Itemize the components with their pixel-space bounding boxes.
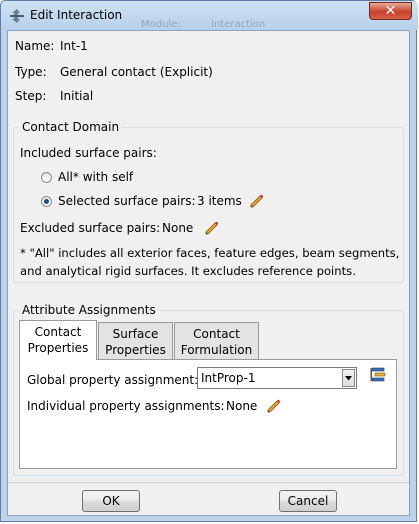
pencil-icon[interactable] — [250, 194, 264, 208]
edit-interaction-icon — [10, 9, 24, 23]
title-bar[interactable]: Edit Interaction Module: Interaction ✕ — [1, 1, 418, 30]
name-value: Int-1 — [60, 39, 88, 53]
tab-contact-formulation-line1: Contact — [193, 327, 240, 341]
ok-button[interactable]: OK — [82, 490, 140, 512]
radio-selected-surface-pairs-label[interactable]: Selected surface pairs: — [58, 194, 196, 208]
excluded-surface-pairs-label: Excluded surface pairs: — [20, 221, 161, 235]
radio-all-with-self-label[interactable]: All* with self — [58, 170, 133, 184]
dialog-body: Name: Int-1 Type: General contact (Expli… — [7, 30, 410, 516]
button-separator — [8, 482, 409, 483]
individual-property-value: None — [226, 399, 258, 413]
attribute-assignments-title: Attribute Assignments — [19, 303, 159, 317]
tab-contact-properties-line1: Contact — [34, 325, 82, 339]
global-property-select[interactable]: IntProp-1 — [197, 367, 357, 389]
close-icon: ✕ — [384, 3, 397, 19]
radio-selected-surface-pairs[interactable] — [41, 196, 52, 207]
type-label: Type: — [15, 65, 47, 79]
contact-domain-title: Contact Domain — [19, 120, 123, 134]
background-menu-module: Module: — [141, 19, 181, 30]
global-property-value: IntProp-1 — [201, 371, 256, 385]
property-manager-icon[interactable] — [370, 367, 387, 384]
note-line-1: * "All" includes all exterior faces, fea… — [20, 246, 400, 260]
excluded-value: None — [162, 221, 194, 235]
name-label: Name: — [15, 39, 55, 53]
tab-surface-properties[interactable]: Surface Properties — [98, 322, 173, 360]
tab-contact-properties[interactable]: Contact Properties — [19, 320, 97, 360]
pencil-icon[interactable] — [267, 399, 281, 413]
tab-contact-formulation[interactable]: Contact Formulation — [174, 322, 259, 360]
radio-selected-dot — [44, 199, 49, 204]
close-button[interactable]: ✕ — [369, 2, 412, 20]
pencil-icon[interactable] — [205, 221, 219, 235]
selected-count: 3 items — [197, 194, 242, 208]
global-property-assignment-label: Global property assignment: — [27, 373, 199, 387]
background-menu-interaction: Interaction — [211, 19, 266, 30]
individual-property-assignments-label: Individual property assignments: — [27, 399, 225, 413]
cancel-button[interactable]: Cancel — [279, 490, 337, 512]
tab-surface-properties-line2: Properties — [105, 343, 166, 357]
window-title: Edit Interaction — [30, 8, 123, 22]
tab-contact-formulation-line2: Formulation — [180, 343, 253, 357]
note-line-2: and analytical rigid surfaces. It exclud… — [20, 264, 356, 278]
step-label: Step: — [15, 89, 47, 103]
tab-surface-properties-line1: Surface — [112, 327, 159, 341]
included-surface-pairs-label: Included surface pairs: — [20, 146, 157, 160]
dialog-window: Edit Interaction Module: Interaction ✕ N… — [0, 0, 418, 522]
dropdown-arrow-icon[interactable] — [342, 369, 355, 387]
step-value: Initial — [60, 89, 94, 103]
tab-contact-properties-line2: Properties — [27, 341, 89, 355]
type-value: General contact (Explicit) — [60, 65, 213, 79]
radio-all-with-self[interactable] — [41, 172, 52, 183]
